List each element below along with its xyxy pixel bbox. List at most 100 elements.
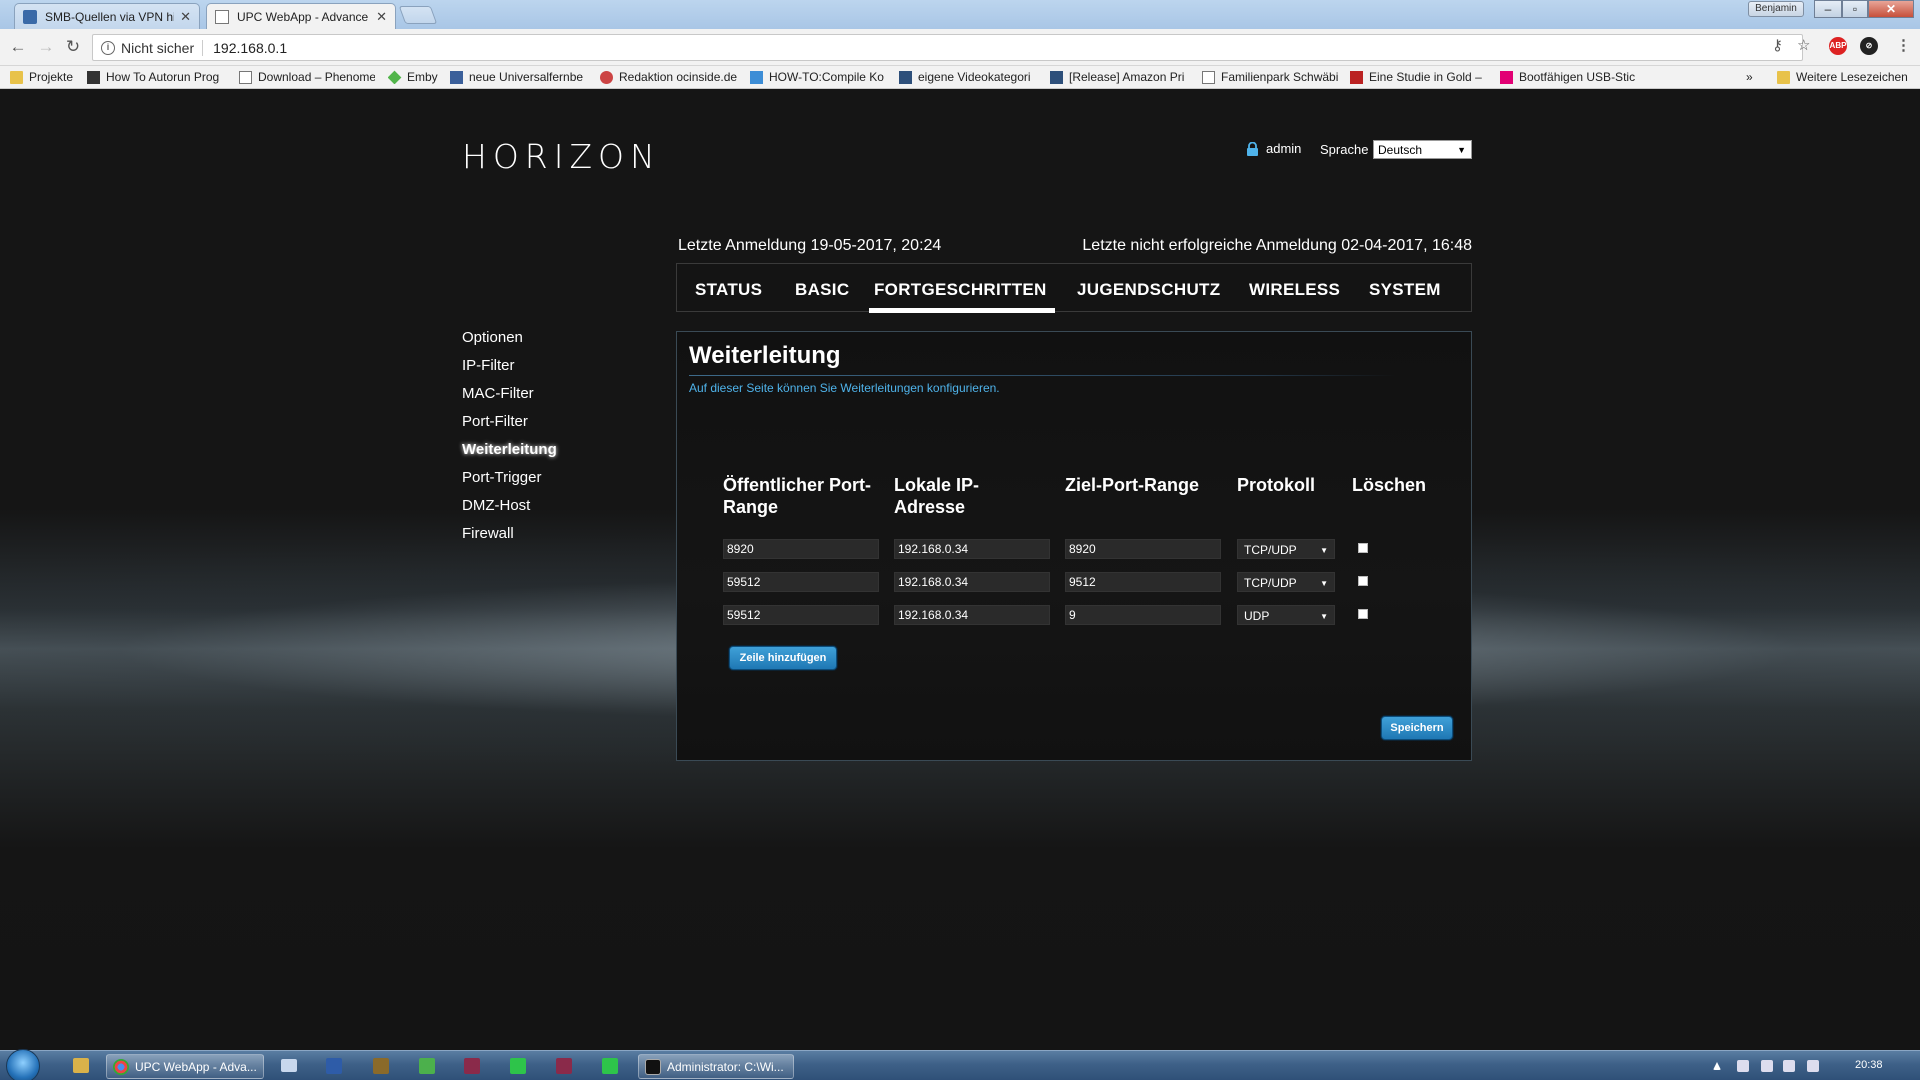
- close-window-button[interactable]: ✕: [1868, 0, 1914, 18]
- app-icon[interactable]: [373, 1058, 389, 1074]
- local-ip-input[interactable]: 192.168.0.34: [894, 572, 1050, 592]
- sidebar-item-port-trigger[interactable]: Port-Trigger: [462, 468, 557, 496]
- app-icon[interactable]: [419, 1058, 435, 1074]
- maximize-button[interactable]: ▫: [1842, 0, 1868, 18]
- url-text[interactable]: 192.168.0.1: [213, 40, 287, 56]
- bookmark-projekte[interactable]: Projekte: [10, 70, 78, 84]
- app-icon[interactable]: [510, 1058, 526, 1074]
- public-port-input[interactable]: 59512: [723, 572, 879, 592]
- site-favicon-icon: [600, 70, 613, 84]
- address-bar[interactable]: i Nicht sicher 192.168.0.1: [92, 34, 1803, 61]
- chevron-down-icon: ▼: [1320, 579, 1328, 588]
- forward-arrow-icon[interactable]: →: [36, 37, 56, 57]
- bookmark-other-folder[interactable]: Weitere Lesezeichen: [1777, 70, 1917, 84]
- sidebar-item-firewall[interactable]: Firewall: [462, 524, 557, 552]
- delete-checkbox[interactable]: [1358, 543, 1368, 553]
- adblock-extension-icon[interactable]: ABP: [1829, 37, 1847, 55]
- add-row-button[interactable]: Zeile hinzufügen: [729, 646, 837, 670]
- sidebar-item-mac-filter[interactable]: MAC-Filter: [462, 384, 557, 412]
- back-arrow-icon[interactable]: ←: [8, 37, 28, 57]
- bookmark-familienpark[interactable]: Familienpark Schwäbi: [1202, 70, 1338, 84]
- bookmark-ocinside[interactable]: Redaktion ocinside.de: [600, 70, 738, 84]
- bookmark-videokategorie[interactable]: eigene Videokategori: [899, 70, 1037, 84]
- site-favicon-icon: [23, 10, 37, 24]
- target-port-input[interactable]: 8920: [1065, 539, 1221, 559]
- start-button[interactable]: [6, 1049, 40, 1080]
- signal-icon[interactable]: [1807, 1060, 1819, 1072]
- bookmark-studie-in-gold[interactable]: Eine Studie in Gold –: [1350, 70, 1486, 84]
- tab-system[interactable]: SYSTEM: [1369, 280, 1441, 300]
- last-failed-login: Letzte nicht erfolgreiche Anmeldung 02-0…: [1082, 237, 1472, 254]
- taskbar-chrome-window[interactable]: UPC WebApp - Adva...: [106, 1054, 264, 1079]
- delete-checkbox[interactable]: [1358, 609, 1368, 619]
- bookmarks-overflow-icon[interactable]: »: [1746, 70, 1760, 84]
- column-header-protocol: Protokoll: [1237, 475, 1316, 495]
- site-favicon-icon: [899, 70, 912, 84]
- app-icon[interactable]: [464, 1058, 480, 1074]
- protocol-select[interactable]: TCP/UDP ▼: [1237, 572, 1335, 592]
- minimize-button[interactable]: –: [1814, 0, 1842, 18]
- page-description: Auf dieser Seite können Sie Weiterleitun…: [689, 381, 1000, 395]
- browser-titlebar: SMB-Quellen via VPN hi ✕ UPC WebApp - Ad…: [0, 0, 1920, 30]
- sidebar-item-ip-filter[interactable]: IP-Filter: [462, 356, 557, 384]
- browser-profile-badge[interactable]: Benjamin: [1748, 1, 1804, 17]
- protocol-select[interactable]: UDP ▼: [1237, 605, 1335, 625]
- language-select[interactable]: Deutsch ▼: [1373, 140, 1472, 159]
- bookmark-phenome[interactable]: Download – Phenome: [239, 70, 375, 84]
- sidebar-item-optionen[interactable]: Optionen: [462, 328, 557, 356]
- browser-tab-upc-webapp[interactable]: UPC WebApp - Advance ✕: [206, 3, 396, 29]
- key-icon[interactable]: ⚷: [1772, 36, 1783, 54]
- windows-taskbar: UPC WebApp - Adva... Administrator: C:\W…: [0, 1049, 1920, 1080]
- bookmark-star-icon[interactable]: ☆: [1797, 36, 1810, 54]
- info-icon[interactable]: i: [101, 40, 115, 55]
- bookmark-autorun[interactable]: How To Autorun Prog: [87, 70, 225, 84]
- extension-icon[interactable]: ⊘: [1860, 37, 1878, 55]
- public-port-input[interactable]: 59512: [723, 605, 879, 625]
- volume-icon[interactable]: [1761, 1060, 1773, 1072]
- bookmark-emby[interactable]: Emby: [388, 70, 440, 84]
- browser-tab-smb[interactable]: SMB-Quellen via VPN hi ✕: [14, 3, 200, 30]
- site-favicon-icon: [1350, 70, 1363, 84]
- local-ip-input[interactable]: 192.168.0.34: [894, 605, 1050, 625]
- last-login: Letzte Anmeldung 19-05-2017, 20:24: [678, 237, 942, 254]
- target-port-input[interactable]: 9512: [1065, 572, 1221, 592]
- sidebar-item-port-filter[interactable]: Port-Filter: [462, 412, 557, 440]
- tray-expand-icon[interactable]: [1713, 1062, 1721, 1070]
- bookmark-universalfernbedienung[interactable]: neue Universalfernbe: [450, 70, 588, 84]
- app-icon[interactable]: [556, 1058, 572, 1074]
- tab-wireless[interactable]: WIRELESS: [1249, 280, 1340, 300]
- tab-close-icon[interactable]: ✕: [376, 9, 387, 25]
- flag-icon[interactable]: [1783, 1060, 1795, 1072]
- app-icon[interactable]: [602, 1058, 618, 1074]
- sidebar-item-dmz-host[interactable]: DMZ-Host: [462, 496, 557, 524]
- delete-checkbox[interactable]: [1358, 576, 1368, 586]
- taskbar-cmd-window[interactable]: Administrator: C:\Wi...: [638, 1054, 794, 1079]
- protocol-value: TCP/UDP: [1244, 576, 1297, 590]
- bookmark-howto-compile[interactable]: HOW-TO:Compile Ko: [750, 70, 886, 84]
- security-status[interactable]: Nicht sicher: [121, 39, 204, 56]
- network-device-icon[interactable]: [1737, 1060, 1749, 1072]
- tab-close-icon[interactable]: ✕: [180, 9, 191, 25]
- tab-jugendschutz[interactable]: JUGENDSCHUTZ: [1077, 280, 1220, 300]
- reload-icon[interactable]: ↻: [63, 37, 83, 57]
- mail-icon[interactable]: [281, 1059, 297, 1072]
- bookmark-amazon-release[interactable]: [Release] Amazon Pri: [1050, 70, 1188, 84]
- bookmark-usb-stick[interactable]: Bootfähigen USB-Stic: [1500, 70, 1638, 84]
- protocol-select[interactable]: TCP/UDP ▼: [1237, 539, 1335, 559]
- target-port-input[interactable]: 9: [1065, 605, 1221, 625]
- browser-toolbar: ← → ↻ i Nicht sicher 192.168.0.1 ⚷ ☆ ABP…: [0, 29, 1920, 66]
- public-port-input[interactable]: 8920: [723, 539, 879, 559]
- explorer-icon[interactable]: [73, 1058, 89, 1073]
- local-ip-input[interactable]: 192.168.0.34: [894, 539, 1050, 559]
- sidebar-menu: Optionen IP-Filter MAC-Filter Port-Filte…: [462, 328, 557, 552]
- tab-status[interactable]: STATUS: [695, 280, 762, 300]
- tab-basic[interactable]: BASIC: [795, 280, 849, 300]
- save-button[interactable]: Speichern: [1381, 716, 1453, 740]
- site-favicon-icon: [1050, 70, 1063, 84]
- app-icon[interactable]: [326, 1058, 342, 1074]
- tab-fortgeschritten[interactable]: FORTGESCHRITTEN: [869, 280, 1055, 313]
- new-tab-button[interactable]: [398, 6, 438, 24]
- menu-dots-icon[interactable]: ⋮: [1896, 36, 1911, 54]
- sidebar-item-weiterleitung[interactable]: Weiterleitung: [462, 440, 557, 468]
- taskbar-clock[interactable]: 20:38: [1855, 1059, 1883, 1071]
